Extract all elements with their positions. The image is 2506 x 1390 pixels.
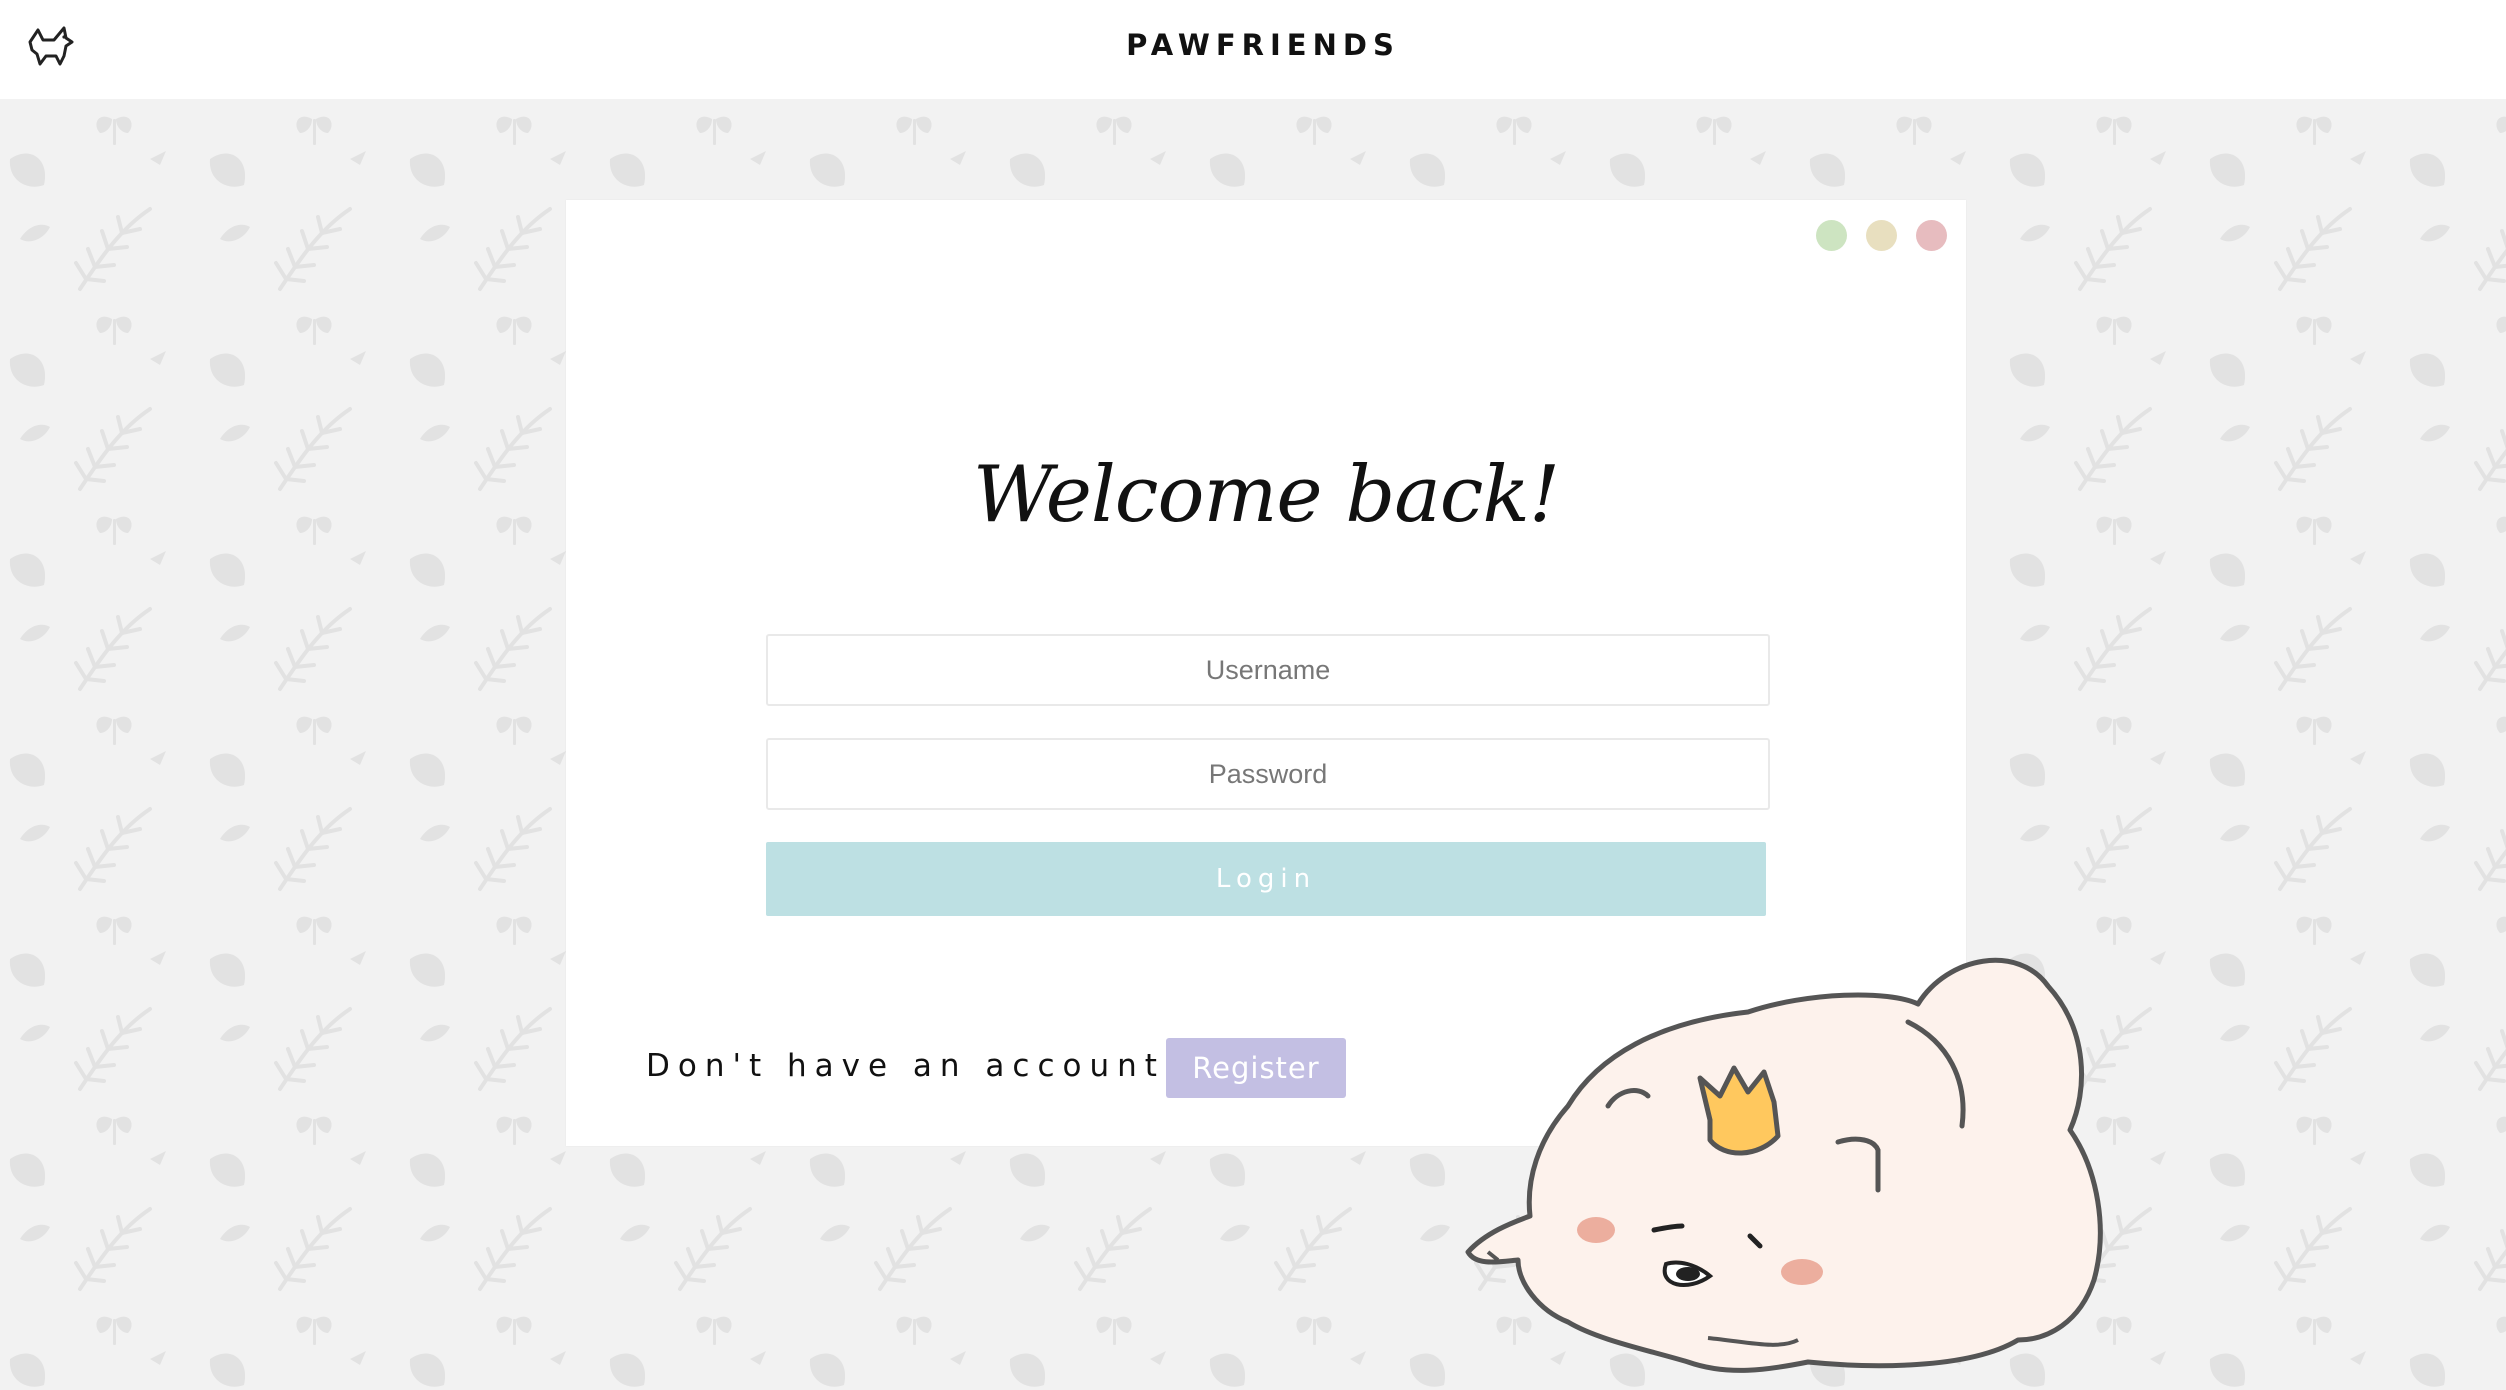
password-input[interactable] — [766, 738, 1770, 810]
register-button[interactable]: Register — [1166, 1038, 1346, 1098]
welcome-title: Welcome back! — [972, 450, 1560, 540]
sleeping-hamster-with-crown — [1465, 957, 2103, 1373]
login-button[interactable]: Login — [766, 842, 1766, 916]
hamster-body — [1465, 957, 2103, 1373]
register-prompt: Don't have an account? — [646, 1048, 1190, 1084]
yellow-dot-icon[interactable] — [1866, 220, 1897, 251]
username-input[interactable] — [766, 634, 1770, 706]
top-bar: PAWFRIENDS — [0, 0, 2506, 99]
brand-title: PAWFRIENDS — [1126, 28, 1400, 62]
red-dot-icon[interactable] — [1916, 220, 1947, 251]
green-dot-icon[interactable] — [1816, 220, 1847, 251]
